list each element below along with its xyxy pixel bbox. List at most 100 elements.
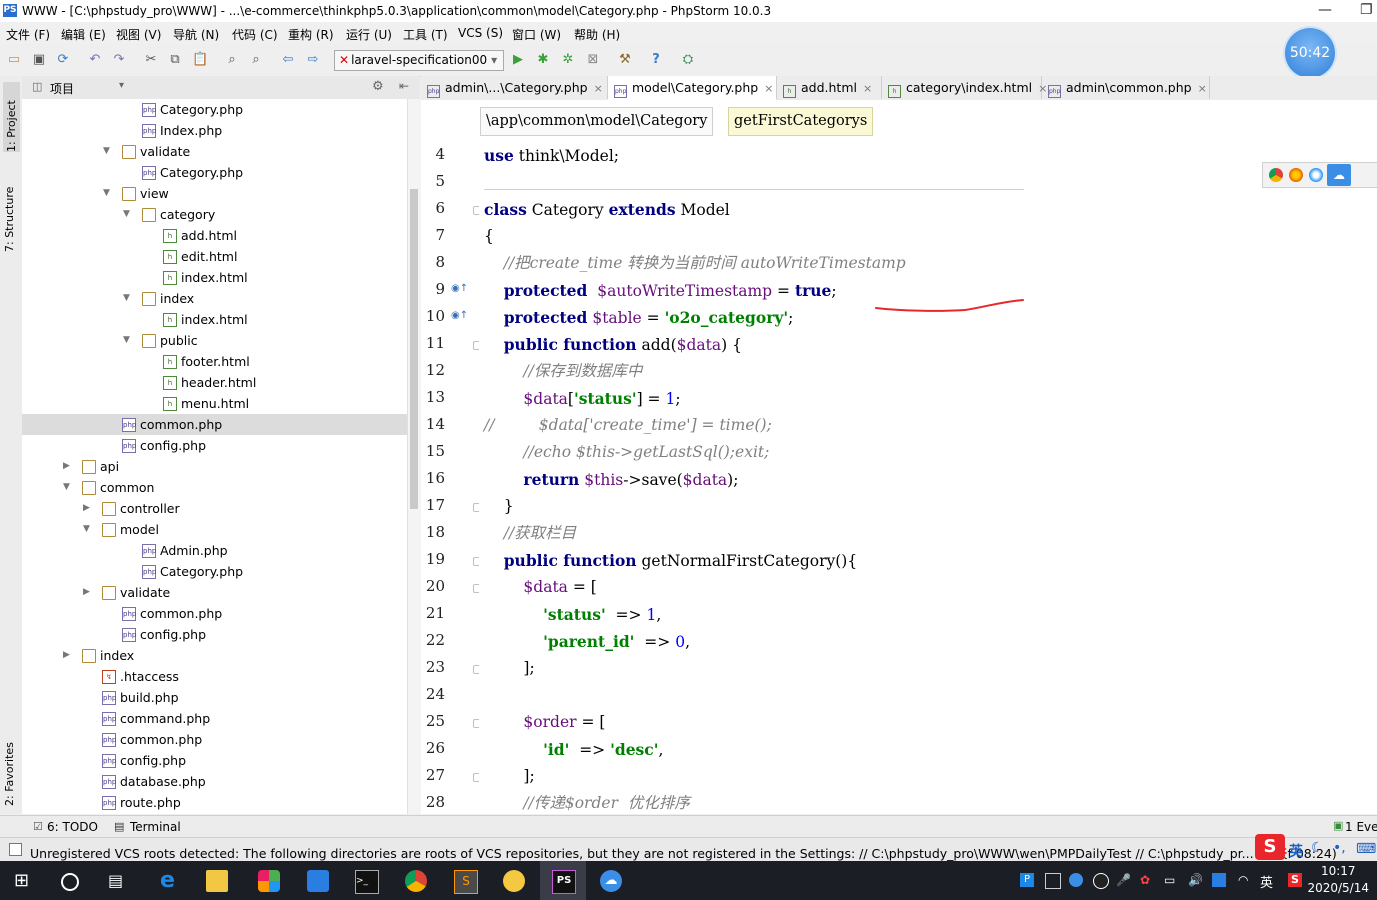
code-line[interactable]: use think\Model;: [484, 142, 619, 169]
find-icon[interactable]: ⌕: [224, 52, 240, 68]
terminal-tool-button[interactable]: Terminal: [130, 820, 181, 834]
redo-icon[interactable]: ↷: [111, 52, 127, 68]
baidu-netdisk-taskbar-icon[interactable]: ☁: [600, 870, 622, 892]
line-number[interactable]: 6: [421, 199, 445, 217]
tree-file[interactable]: h edit.html: [22, 246, 407, 267]
tree-folder[interactable]: ▼ validate: [22, 141, 407, 162]
undo-icon[interactable]: ↶: [87, 52, 103, 68]
code-line[interactable]: //获取栏目: [484, 520, 576, 547]
menu-help[interactable]: 帮助 (H): [574, 26, 620, 43]
chevron-down-icon[interactable]: ▼: [103, 141, 110, 162]
tray-usb-icon[interactable]: [1045, 873, 1061, 889]
line-number[interactable]: 8: [421, 253, 445, 271]
line-number[interactable]: 17: [421, 496, 445, 514]
tray-display-icon[interactable]: [1212, 873, 1226, 887]
override-marker-icon[interactable]: ◉↑: [451, 310, 468, 321]
tree-file[interactable]: php common.php: [22, 414, 407, 435]
tree-file[interactable]: php database.php: [22, 771, 407, 792]
tree-file[interactable]: php Category.php: [22, 162, 407, 183]
tray-flower-icon[interactable]: ✿: [1140, 873, 1154, 887]
line-number[interactable]: 7: [421, 226, 445, 244]
code-line[interactable]: $order = [: [484, 709, 605, 736]
line-number[interactable]: 10: [421, 307, 445, 325]
line-number[interactable]: 18: [421, 523, 445, 541]
line-number[interactable]: 27: [421, 766, 445, 784]
chevron-right-icon[interactable]: ▶: [83, 498, 90, 519]
tree-folder[interactable]: ▼ view: [22, 183, 407, 204]
code-line[interactable]: $data = [: [484, 574, 596, 601]
help-icon[interactable]: ?: [648, 52, 664, 68]
tree-file[interactable]: php build.php: [22, 687, 407, 708]
breadcrumb-class-path[interactable]: \app\common\model\Category: [480, 107, 714, 136]
tree-file[interactable]: php config.php: [22, 750, 407, 771]
replace-icon[interactable]: ⌕: [248, 52, 264, 68]
code-line[interactable]: 'status' => 1,: [484, 601, 661, 628]
tray-wifi-icon[interactable]: ◠: [1238, 873, 1252, 887]
tray-cloud-icon[interactable]: [1069, 873, 1083, 887]
project-tool-button[interactable]: 1: Project: [3, 82, 20, 152]
app-store-icon[interactable]: [258, 870, 280, 892]
project-tree-scrollbar[interactable]: [407, 99, 421, 814]
moon-icon[interactable]: ☾: [1311, 840, 1324, 856]
tree-file[interactable]: php common.php: [22, 603, 407, 624]
line-number[interactable]: 28: [421, 793, 445, 811]
editor-tab[interactable]: h category\index.html ×: [882, 76, 1047, 99]
chevron-down-icon[interactable]: ▼: [123, 288, 130, 309]
code-line[interactable]: //传递$order 优化排序: [484, 790, 689, 814]
structure-tool-button[interactable]: 7: Structure: [3, 172, 16, 252]
tree-folder[interactable]: ▼ model: [22, 519, 407, 540]
menu-vcs[interactable]: VCS (S): [458, 26, 503, 40]
tree-file[interactable]: php command.php: [22, 708, 407, 729]
line-number[interactable]: 13: [421, 388, 445, 406]
code-line[interactable]: protected $autoWriteTimestamp = true;: [484, 277, 837, 304]
hide-panel-icon[interactable]: ⇤: [399, 79, 409, 93]
chevron-down-icon[interactable]: ▼: [83, 519, 90, 540]
close-icon[interactable]: ×: [863, 82, 872, 95]
recording-timer[interactable]: 50:42: [1285, 28, 1335, 78]
code-line[interactable]: ];: [484, 655, 534, 682]
tree-folder[interactable]: ▶ index: [22, 645, 407, 666]
keyboard-icon[interactable]: ⌨: [1356, 841, 1376, 857]
line-number[interactable]: 5: [421, 172, 445, 190]
cut-icon[interactable]: ✂: [143, 52, 159, 68]
tree-file[interactable]: php common.php: [22, 729, 407, 750]
code-line[interactable]: //echo $this->getLastSql();exit;: [484, 439, 769, 466]
tree-file[interactable]: php route.php: [22, 792, 407, 813]
close-icon[interactable]: ×: [594, 82, 603, 95]
line-number[interactable]: 15: [421, 442, 445, 460]
sync-icon[interactable]: ⟳: [55, 52, 71, 68]
code-line[interactable]: $data['status'] = 1;: [484, 385, 680, 412]
code-line[interactable]: public function getNormalFirstCategory()…: [484, 547, 858, 574]
tree-file[interactable]: php Index.php: [22, 120, 407, 141]
line-number[interactable]: 26: [421, 739, 445, 757]
chevron-right-icon[interactable]: ▶: [63, 645, 70, 666]
terminal-app-icon[interactable]: >_: [355, 870, 379, 894]
paste-icon[interactable]: 📋: [192, 52, 208, 68]
close-icon[interactable]: ×: [1198, 82, 1207, 95]
chevron-right-icon[interactable]: ▶: [63, 456, 70, 477]
code-line[interactable]: return $this->save($data);: [484, 466, 738, 493]
editor-tab[interactable]: php admin\...\Category.php ×: [421, 76, 608, 99]
tree-folder[interactable]: ▶ api: [22, 456, 407, 477]
tray-p-icon[interactable]: P: [1020, 873, 1034, 887]
line-number[interactable]: 22: [421, 631, 445, 649]
line-number[interactable]: 19: [421, 550, 445, 568]
line-number[interactable]: 9: [421, 280, 445, 298]
menu-tools[interactable]: 工具 (T): [403, 26, 448, 43]
tray-battery-icon[interactable]: ▭: [1164, 873, 1178, 887]
windows-start-icon[interactable]: ⊞: [14, 870, 36, 892]
tree-file[interactable]: h header.html: [22, 372, 407, 393]
scrollbar-thumb[interactable]: [410, 189, 418, 509]
tray-sogou-icon[interactable]: S: [1288, 873, 1302, 887]
project-view-selector[interactable]: 项目: [50, 80, 74, 97]
tray-volume-icon[interactable]: 🔊: [1188, 873, 1203, 887]
code-editor[interactable]: use think\Model; class Category extends M…: [479, 140, 1377, 814]
menu-code[interactable]: 代码 (C): [232, 26, 278, 43]
chrome-icon[interactable]: [1269, 168, 1283, 182]
breadcrumb-method[interactable]: getFirstCategorys: [728, 107, 874, 136]
task-view-icon[interactable]: ▤: [108, 870, 130, 892]
open-folder-icon[interactable]: ▭: [6, 52, 22, 68]
code-line[interactable]: {: [484, 223, 494, 250]
line-number[interactable]: 14: [421, 415, 445, 433]
code-line[interactable]: public function add($data) {: [484, 331, 742, 358]
